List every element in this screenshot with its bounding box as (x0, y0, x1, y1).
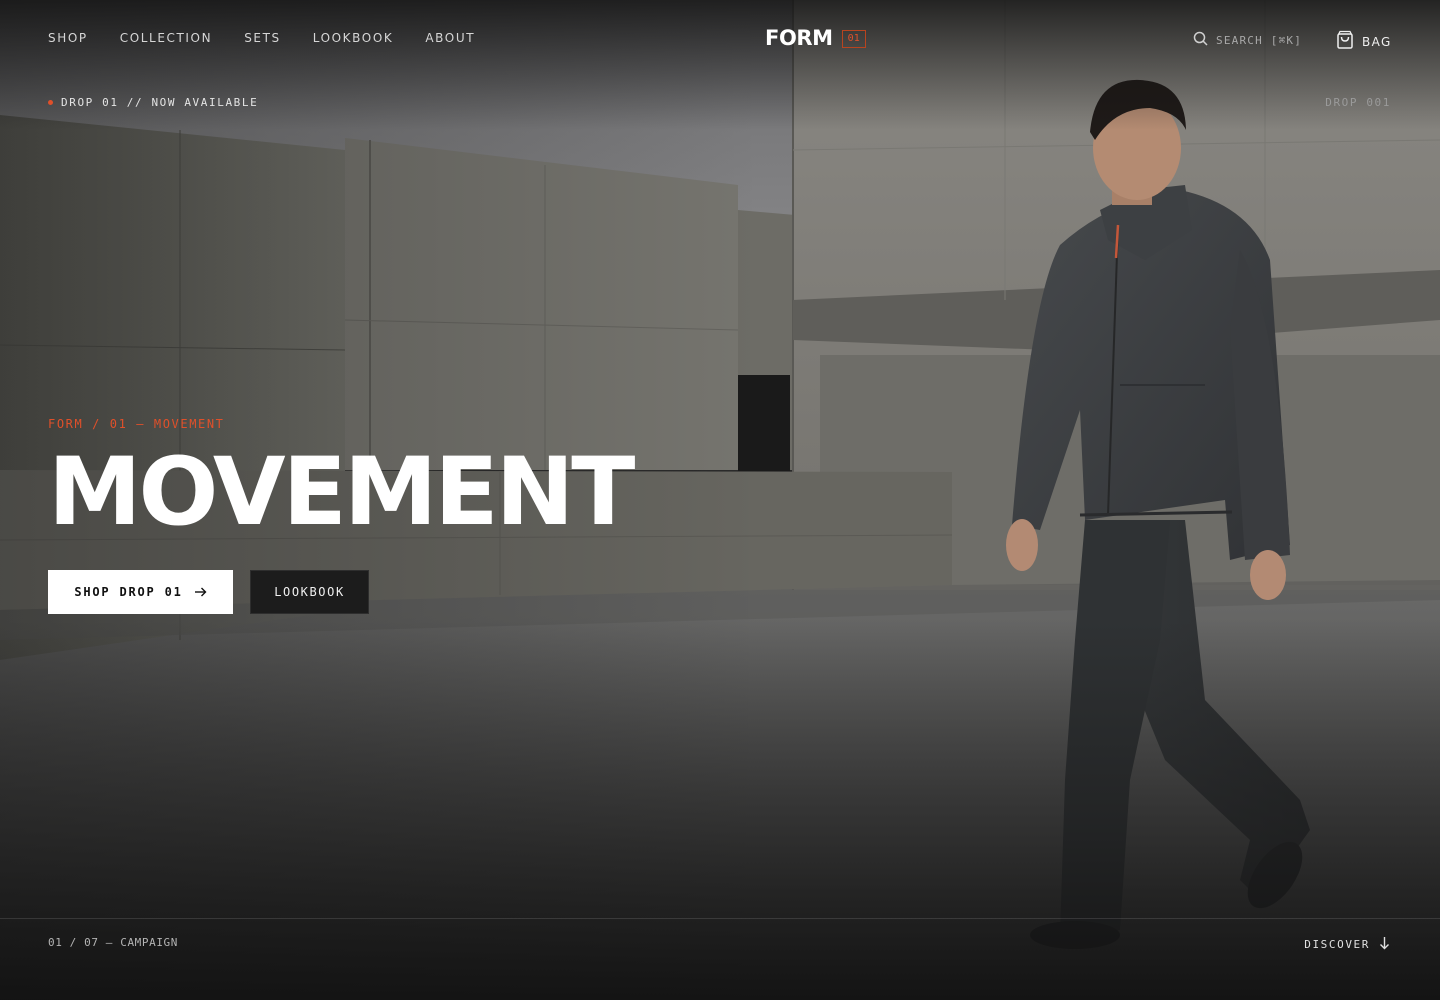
live-dot-icon (48, 100, 53, 105)
discover-button[interactable]: DISCOVER (1304, 935, 1390, 954)
nav-lookbook[interactable]: LOOKBOOK (313, 31, 394, 45)
arrow-right-icon (194, 585, 207, 600)
drop-code: DROP 001 (1325, 96, 1391, 109)
drop-status-text: DROP 01 // NOW AVAILABLE (61, 96, 259, 109)
bag-label: BAG (1362, 34, 1392, 49)
bag-button[interactable]: BAG (1336, 30, 1392, 53)
hero-eyebrow: FORM / 01 — MOVEMENT (48, 417, 225, 431)
bag-icon (1336, 30, 1354, 53)
drop-status: DROP 01 // NOW AVAILABLE (48, 96, 258, 109)
slide-counter: 01 / 07 — CAMPAIGN (48, 936, 179, 949)
shop-drop-button[interactable]: SHOP DROP 01 (48, 570, 233, 614)
search-icon (1193, 31, 1208, 50)
shop-drop-label: SHOP DROP 01 (74, 585, 183, 599)
nav-sets[interactable]: SETS (244, 31, 281, 45)
nav-about[interactable]: ABOUT (425, 31, 475, 45)
discover-label: DISCOVER (1304, 938, 1370, 951)
footer-divider (0, 918, 1440, 919)
brand-name: FORM (765, 26, 833, 50)
header-shade (0, 0, 1440, 130)
nav-shop[interactable]: SHOP (48, 31, 88, 45)
primary-nav: SHOP COLLECTION SETS LOOKBOOK ABOUT (48, 31, 475, 45)
search-label: SEARCH [⌘K] (1216, 34, 1303, 47)
nav-collection[interactable]: COLLECTION (120, 31, 212, 45)
brand-badge: 01 (841, 30, 866, 48)
arrow-down-icon (1379, 935, 1390, 954)
hero-headline: MOVEMENT (48, 438, 635, 547)
lookbook-label: LOOKBOOK (274, 585, 345, 599)
brand-logo[interactable]: FORM 01 (765, 26, 866, 50)
footer-shade (0, 620, 1440, 1000)
lookbook-button[interactable]: LOOKBOOK (250, 570, 369, 614)
search-button[interactable]: SEARCH [⌘K] (1193, 31, 1302, 50)
